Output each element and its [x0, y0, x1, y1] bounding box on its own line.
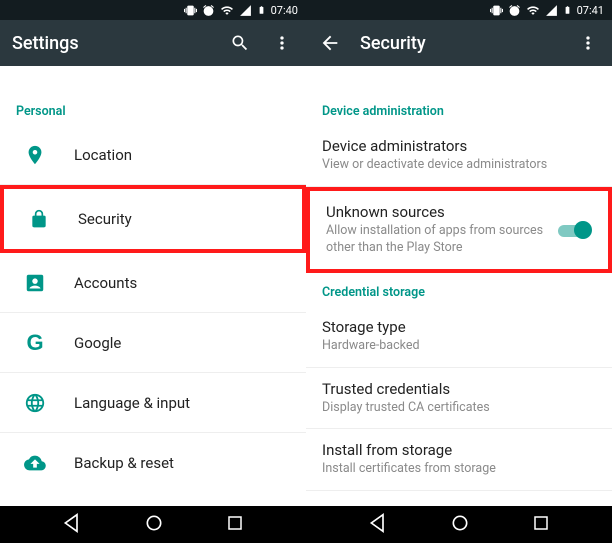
status-time: 07:41 — [577, 4, 604, 17]
wifi-icon — [526, 4, 540, 17]
nav-recents-button[interactable] — [532, 514, 550, 536]
account-icon — [22, 270, 48, 296]
spacer — [306, 66, 612, 92]
nav-recents-button[interactable] — [226, 514, 244, 536]
item-install-from-storage[interactable]: Install from storage Install certificate… — [306, 429, 612, 491]
vibrate-icon — [490, 4, 503, 17]
nav-back-button[interactable] — [62, 513, 82, 537]
highlight-unknown-sources: Unknown sources Allow installation of ap… — [306, 187, 612, 273]
section-credential-storage: Credential storage — [306, 273, 612, 306]
backup-icon — [22, 450, 48, 476]
settings-item-label: Location — [74, 146, 132, 164]
alarm-icon — [202, 4, 215, 17]
globe-icon — [22, 390, 48, 416]
item-subtitle: View or deactivate device administrators — [322, 157, 596, 174]
status-time: 07:40 — [271, 4, 298, 17]
nav-home-button[interactable] — [450, 513, 470, 537]
item-subtitle: Install certificates from storage — [322, 461, 596, 478]
vibrate-icon — [184, 4, 197, 17]
status-bar: 07:41 — [306, 0, 612, 20]
battery-icon — [563, 3, 572, 17]
settings-item-label: Google — [74, 334, 121, 352]
location-icon — [22, 142, 48, 168]
navigation-bar — [0, 506, 612, 543]
settings-item-backup[interactable]: Backup & reset — [0, 433, 306, 493]
signal-icon — [239, 4, 252, 17]
item-trusted-credentials[interactable]: Trusted credentials Display trusted CA c… — [306, 368, 612, 430]
settings-list: Personal Location Security Accounts G Go… — [0, 66, 306, 506]
settings-item-location[interactable]: Location — [0, 125, 306, 185]
item-title: Trusted credentials — [322, 380, 596, 398]
item-clear-credentials[interactable]: Clear credentials — [306, 491, 612, 506]
battery-icon — [257, 3, 266, 17]
signal-icon — [545, 4, 558, 17]
item-title: Unknown sources — [326, 203, 548, 221]
section-device-admin: Device administration — [306, 92, 612, 125]
settings-item-language[interactable]: Language & input — [0, 373, 306, 433]
settings-item-label: Backup & reset — [74, 454, 174, 472]
settings-item-security[interactable]: Security — [4, 189, 302, 249]
item-title: Install from storage — [322, 441, 596, 459]
status-bar: 07:40 — [0, 0, 306, 20]
wifi-icon — [220, 4, 234, 17]
nav-home-button[interactable] — [144, 513, 164, 537]
lock-icon — [26, 206, 52, 232]
settings-item-label: Accounts — [74, 274, 137, 292]
app-bar: Settings — [0, 20, 306, 66]
section-personal: Personal — [0, 92, 306, 125]
item-subtitle: Allow installation of apps from sources … — [326, 223, 548, 257]
settings-item-label: Language & input — [74, 394, 190, 412]
item-title: Storage type — [322, 318, 596, 336]
item-subtitle: Display trusted CA certificates — [322, 400, 596, 417]
settings-item-accounts[interactable]: Accounts — [0, 253, 306, 313]
nav-back-button[interactable] — [368, 513, 388, 537]
search-button[interactable] — [228, 31, 252, 55]
app-bar: Security — [306, 20, 612, 66]
highlight-security: Security — [0, 185, 306, 253]
settings-item-label: Security — [78, 210, 132, 228]
page-title: Settings — [12, 33, 210, 54]
settings-item-google[interactable]: G Google — [0, 313, 306, 373]
screen-settings: 07:40 Settings Personal Location Securit… — [0, 0, 306, 506]
alarm-icon — [508, 4, 521, 17]
item-subtitle: Hardware-backed — [322, 338, 596, 355]
page-title: Security — [360, 33, 558, 54]
overflow-menu-button[interactable] — [270, 31, 294, 55]
item-unknown-sources[interactable]: Unknown sources Allow installation of ap… — [310, 191, 608, 269]
item-storage-type[interactable]: Storage type Hardware-backed — [306, 306, 612, 368]
spacer — [0, 66, 306, 92]
screen-security: 07:41 Security Device administration Dev… — [306, 0, 612, 506]
overflow-menu-button[interactable] — [576, 31, 600, 55]
google-icon: G — [22, 330, 48, 356]
back-button[interactable] — [318, 31, 342, 55]
security-list: Device administration Device administrat… — [306, 66, 612, 506]
unknown-sources-toggle[interactable] — [558, 221, 592, 239]
item-device-administrators[interactable]: Device administrators View or deactivate… — [306, 125, 612, 187]
item-title: Device administrators — [322, 137, 596, 155]
